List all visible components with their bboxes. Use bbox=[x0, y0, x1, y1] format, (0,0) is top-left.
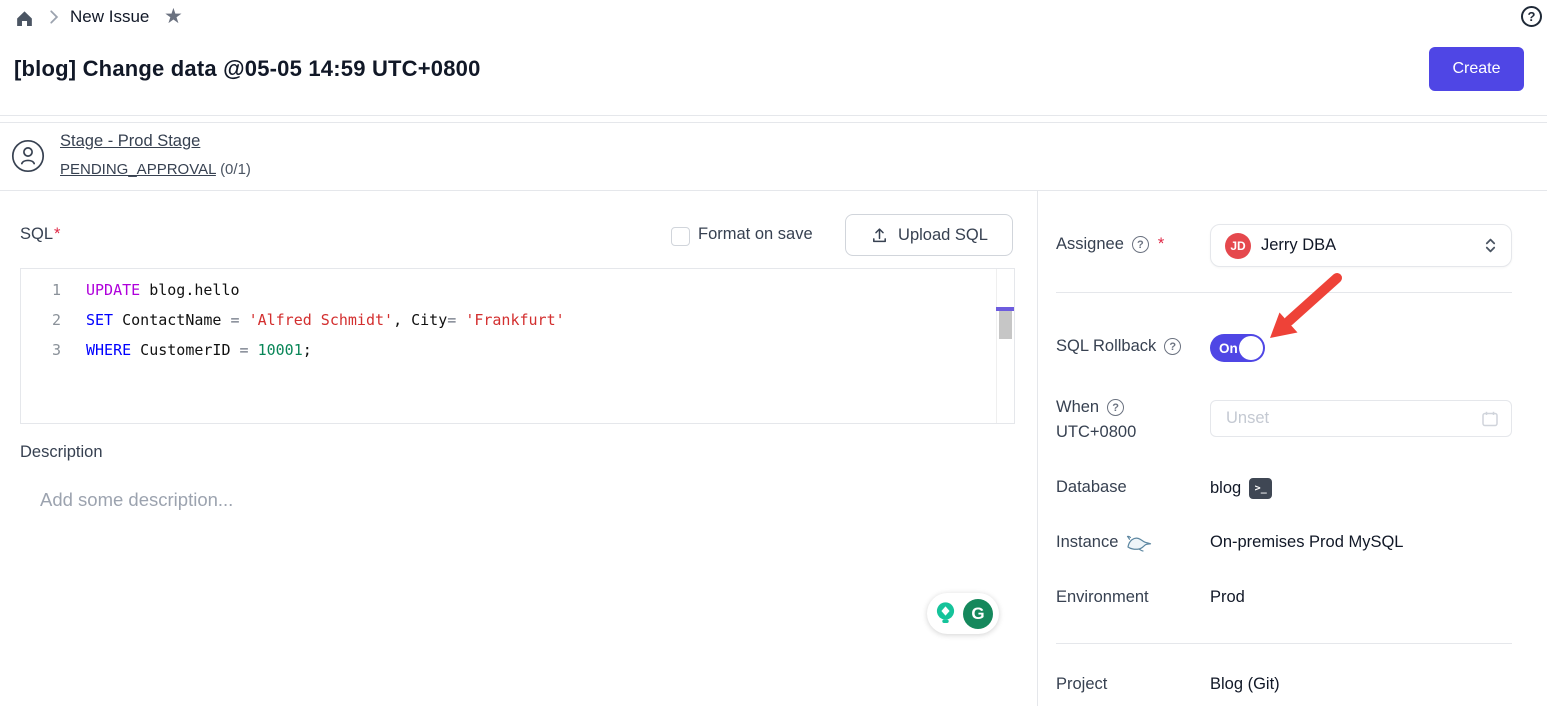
stage-status-count: (0/1) bbox=[220, 161, 251, 178]
page-title: [blog] Change data @05-05 14:59 UTC+0800 bbox=[14, 56, 481, 82]
description-input[interactable]: Add some description... bbox=[40, 489, 233, 511]
divider bbox=[0, 190, 1547, 191]
chevron-right-icon bbox=[46, 8, 61, 30]
assignee-select[interactable]: JD Jerry DBA bbox=[1210, 224, 1512, 267]
mysql-dolphin-icon bbox=[1126, 534, 1152, 552]
divider bbox=[1037, 191, 1038, 706]
assignee-help-icon[interactable]: ? bbox=[1132, 236, 1149, 253]
upload-sql-label: Upload SQL bbox=[898, 226, 988, 245]
format-on-save-checkbox[interactable] bbox=[671, 227, 690, 246]
upload-sql-button[interactable]: Upload SQL bbox=[845, 214, 1013, 256]
sql-rollback-toggle[interactable]: On bbox=[1210, 334, 1265, 362]
instance-value: On-premises Prod MySQL bbox=[1210, 533, 1403, 552]
grammarly-suggestion-icon[interactable] bbox=[933, 600, 958, 627]
database-label: Database bbox=[1056, 478, 1127, 497]
assignee-value: Jerry DBA bbox=[1261, 236, 1474, 255]
stage-link[interactable]: Stage - Prod Stage bbox=[60, 132, 200, 151]
stage-avatar-icon bbox=[11, 139, 45, 178]
grammarly-logo-icon[interactable]: G bbox=[963, 599, 993, 629]
when-help-icon[interactable]: ? bbox=[1107, 399, 1124, 416]
sql-rollback-help-icon[interactable]: ? bbox=[1164, 338, 1181, 355]
code-line: 2SET ContactName = 'Alfred Schmidt', Cit… bbox=[21, 305, 1014, 335]
editor-scrollbar[interactable] bbox=[996, 269, 1014, 423]
environment-label: Environment bbox=[1056, 588, 1149, 607]
sql-editor[interactable]: 1UPDATE blog.hello2SET ContactName = 'Al… bbox=[20, 268, 1015, 424]
chevron-updown-icon bbox=[1484, 236, 1497, 255]
sql-label: SQL* bbox=[20, 225, 60, 244]
home-icon[interactable] bbox=[14, 8, 35, 34]
required-mark: * bbox=[54, 225, 60, 243]
code-line: 1UPDATE blog.hello bbox=[21, 275, 1014, 305]
help-icon[interactable]: ? bbox=[1521, 6, 1542, 27]
toggle-on-label: On bbox=[1219, 341, 1238, 356]
instance-label: Instance bbox=[1056, 533, 1152, 552]
when-label: When ? bbox=[1056, 398, 1124, 417]
project-label: Project bbox=[1056, 675, 1107, 694]
environment-value: Prod bbox=[1210, 588, 1245, 607]
format-on-save-label[interactable]: Format on save bbox=[698, 225, 813, 244]
database-value: blog bbox=[1210, 479, 1241, 498]
breadcrumb-current: New Issue bbox=[70, 7, 149, 27]
sql-rollback-label: SQL Rollback ? bbox=[1056, 337, 1181, 356]
scrollbar-thumb[interactable] bbox=[999, 311, 1012, 339]
star-icon[interactable]: ★ bbox=[164, 6, 183, 27]
divider bbox=[1056, 643, 1512, 644]
required-mark: * bbox=[1158, 235, 1164, 254]
sql-code-lines: 1UPDATE blog.hello2SET ContactName = 'Al… bbox=[21, 269, 1014, 365]
new-issue-page: New Issue ★ ? [blog] Change data @05-05 … bbox=[0, 0, 1547, 706]
grammarly-widget[interactable]: G bbox=[927, 593, 999, 634]
divider bbox=[0, 115, 1547, 116]
stage-status[interactable]: PENDING_APPROVAL (0/1) bbox=[60, 161, 251, 178]
create-button[interactable]: Create bbox=[1429, 47, 1524, 91]
assignee-avatar: JD bbox=[1225, 233, 1251, 259]
stage-status-text[interactable]: PENDING_APPROVAL bbox=[60, 161, 216, 178]
calendar-icon[interactable] bbox=[1481, 410, 1499, 433]
assignee-label: Assignee ? * bbox=[1056, 235, 1164, 254]
when-timezone: UTC+0800 bbox=[1056, 423, 1136, 442]
divider bbox=[1056, 292, 1512, 293]
description-label: Description bbox=[20, 443, 103, 462]
project-value: Blog (Git) bbox=[1210, 675, 1280, 694]
sql-terminal-icon[interactable]: >_ bbox=[1249, 478, 1272, 499]
code-line: 3WHERE CustomerID = 10001; bbox=[21, 335, 1014, 365]
when-date-input[interactable] bbox=[1210, 400, 1512, 437]
toggle-knob bbox=[1239, 336, 1263, 360]
upload-icon bbox=[870, 226, 889, 245]
divider bbox=[0, 122, 1547, 123]
database-row: blog >_ bbox=[1210, 478, 1272, 499]
